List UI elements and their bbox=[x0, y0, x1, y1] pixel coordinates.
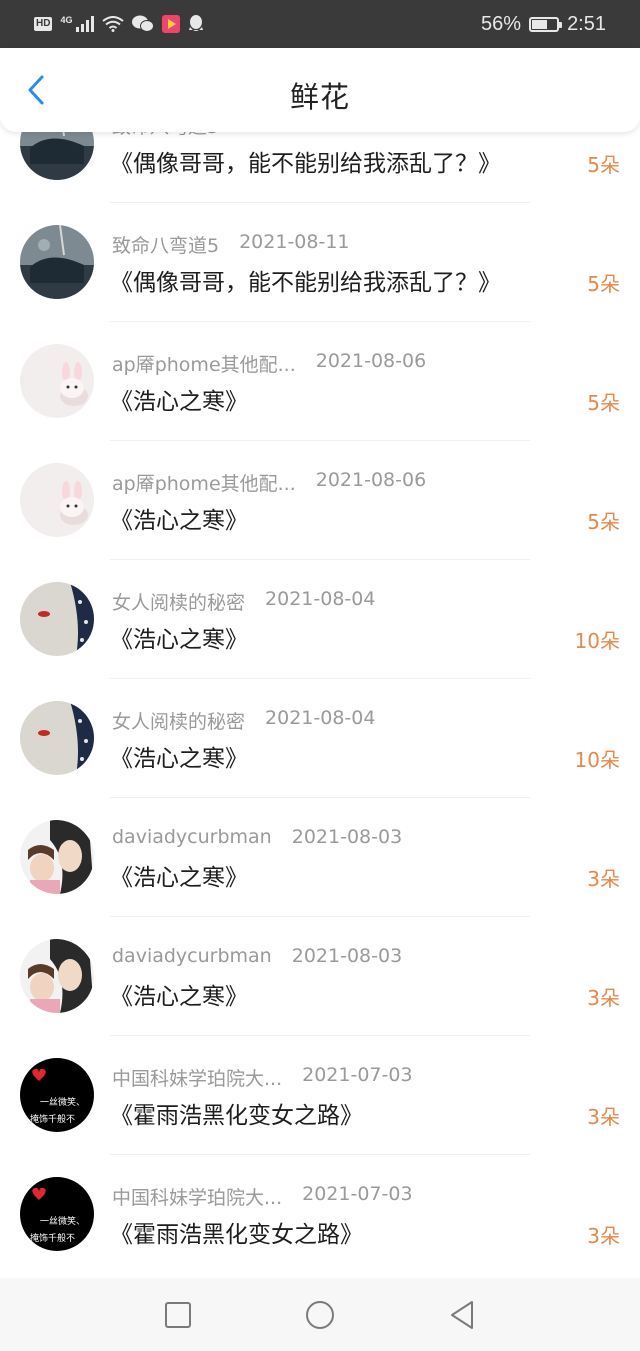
item-date: 2021-08-04 bbox=[265, 588, 376, 610]
item-meta: daviadycurbman 2021-08-03 bbox=[112, 945, 402, 967]
recent-apps-button[interactable] bbox=[162, 1299, 194, 1331]
list-item[interactable]: daviadycurbman 2021-08-03 《浩心之寒》 3朵 bbox=[0, 798, 640, 917]
item-book-title[interactable]: 《浩心之寒》 bbox=[110, 620, 248, 654]
list-item[interactable]: ap厣phome其他配... 2021-08-06 《浩心之寒》 5朵 bbox=[0, 441, 640, 560]
item-meta: 女人阅椟的秘密 2021-08-04 bbox=[112, 707, 375, 734]
avatar[interactable] bbox=[20, 701, 94, 775]
video-app-icon bbox=[162, 15, 181, 33]
battery-percent: 56% bbox=[481, 12, 522, 35]
triangle-back-icon bbox=[451, 1300, 473, 1329]
avatar[interactable] bbox=[20, 344, 94, 418]
home-button[interactable] bbox=[304, 1299, 336, 1331]
status-bar: HD 4G 56% 2:51 bbox=[0, 0, 640, 48]
battery-icon bbox=[529, 16, 563, 32]
status-left: HD 4G bbox=[34, 15, 204, 33]
item-flower-count: 3朵 bbox=[587, 986, 620, 1010]
item-flower-count: 3朵 bbox=[587, 867, 620, 891]
item-flower-count: 5朵 bbox=[587, 391, 620, 415]
item-date: 2021-08-06 bbox=[315, 469, 427, 491]
item-username[interactable]: 中国科妹学珀院大... bbox=[112, 1183, 282, 1210]
item-username[interactable]: ap厣phome其他配... bbox=[112, 350, 296, 377]
avatar[interactable] bbox=[20, 820, 94, 894]
list-item[interactable]: 致命八弯道5 2021-08-11 《偶像哥哥，能不能别给我添乱了？》 5朵 bbox=[0, 203, 640, 322]
item-book-title[interactable]: 《霍雨浩黑化变女之路》 bbox=[110, 1215, 363, 1249]
item-book-title[interactable]: 《浩心之寒》 bbox=[110, 858, 248, 892]
item-flower-count: 5朵 bbox=[587, 510, 620, 534]
avatar-text-2: 掩饰千般不 bbox=[30, 1113, 75, 1125]
item-username[interactable]: 致命八弯道5 bbox=[112, 231, 219, 258]
item-date: 2021-08-03 bbox=[291, 945, 403, 967]
item-meta: 中国科妹学珀院大... 2021-07-03 bbox=[112, 1183, 413, 1210]
page-title: 鲜花 bbox=[289, 80, 350, 114]
app-header: 鲜花 bbox=[0, 48, 640, 132]
item-username[interactable]: daviadycurbman bbox=[112, 826, 272, 848]
item-flower-count: 10朵 bbox=[574, 748, 620, 772]
item-date: 2021-08-03 bbox=[291, 826, 403, 848]
item-meta: daviadycurbman 2021-08-03 bbox=[112, 826, 402, 848]
battery-fill bbox=[532, 19, 547, 29]
avatar[interactable]: 一丝微笑、 掩饰千般不 bbox=[20, 1058, 94, 1132]
item-date: 2021-08-04 bbox=[265, 707, 376, 729]
network-label: 4G bbox=[60, 15, 73, 25]
avatar[interactable] bbox=[20, 939, 94, 1013]
item-date: 2021-08-11 bbox=[239, 231, 350, 253]
list-item[interactable]: 女人阅椟的秘密 2021-08-04 《浩心之寒》 10朵 bbox=[0, 560, 640, 679]
list-item[interactable]: 一丝微笑、 掩饰千般不 中国科妹学珀院大... 2021-07-03 《霍雨浩黑… bbox=[0, 1155, 640, 1274]
item-username[interactable]: daviadycurbman bbox=[112, 945, 272, 967]
item-meta: ap厣phome其他配... 2021-08-06 bbox=[112, 469, 426, 496]
avatar[interactable] bbox=[20, 225, 94, 299]
item-flower-count: 3朵 bbox=[587, 1224, 620, 1248]
avatar[interactable]: 一丝微笑、 掩饰千般不 bbox=[20, 1177, 94, 1251]
circle-icon bbox=[306, 1300, 334, 1329]
item-book-title[interactable]: 《霍雨浩黑化变女之路》 bbox=[110, 1096, 363, 1130]
item-flower-count: 5朵 bbox=[587, 272, 620, 296]
item-book-title[interactable]: 《偶像哥哥，能不能别给我添乱了？》 bbox=[110, 144, 501, 178]
list-item[interactable]: 一丝微笑、 掩饰千般不 中国科妹学珀院大... 2021-07-03 《霍雨浩黑… bbox=[0, 1036, 640, 1155]
item-meta: 致命八弯道5 2021-08-11 bbox=[112, 231, 350, 258]
avatar-text-1: 一丝微笑、 bbox=[40, 1215, 85, 1227]
item-book-title[interactable]: 《浩心之寒》 bbox=[110, 977, 248, 1011]
item-flower-count: 5朵 bbox=[587, 153, 620, 177]
avatar-text-2: 掩饰千般不 bbox=[30, 1232, 75, 1244]
status-right: 56% 2:51 bbox=[481, 13, 606, 36]
item-date: 2021-07-03 bbox=[302, 1183, 413, 1205]
item-username[interactable]: 女人阅椟的秘密 bbox=[112, 588, 245, 615]
hd-icon: HD bbox=[34, 17, 53, 31]
item-username[interactable]: 女人阅椟的秘密 bbox=[112, 707, 245, 734]
item-flower-count: 10朵 bbox=[574, 629, 620, 653]
list-item[interactable]: 女人阅椟的秘密 2021-08-04 《浩心之寒》 10朵 bbox=[0, 679, 640, 798]
avatar-text-1: 一丝微笑、 bbox=[40, 1096, 85, 1108]
item-book-title[interactable]: 《浩心之寒》 bbox=[110, 501, 248, 535]
item-meta: 中国科妹学珀院大... 2021-07-03 bbox=[112, 1064, 413, 1091]
list-item[interactable]: daviadycurbman 2021-08-03 《浩心之寒》 3朵 bbox=[0, 917, 640, 1036]
item-username[interactable]: 中国科妹学珀院大... bbox=[112, 1064, 282, 1091]
item-meta: ap厣phome其他配... 2021-08-06 bbox=[112, 350, 426, 377]
item-book-title[interactable]: 《偶像哥哥，能不能别给我添乱了？》 bbox=[110, 263, 501, 297]
signal-icon bbox=[76, 16, 95, 32]
system-nav-bar bbox=[0, 1278, 640, 1351]
clock: 2:51 bbox=[567, 12, 606, 35]
item-meta: 女人阅椟的秘密 2021-08-04 bbox=[112, 588, 375, 615]
avatar[interactable] bbox=[20, 582, 94, 656]
system-back-button[interactable] bbox=[446, 1299, 478, 1331]
square-icon bbox=[165, 1301, 191, 1328]
item-flower-count: 3朵 bbox=[587, 1105, 620, 1129]
item-username[interactable]: ap厣phome其他配... bbox=[112, 469, 296, 496]
qq-icon bbox=[188, 15, 204, 33]
wechat-icon bbox=[132, 15, 155, 33]
item-book-title[interactable]: 《浩心之寒》 bbox=[110, 382, 248, 416]
wifi-icon bbox=[102, 16, 125, 32]
item-date: 2021-08-06 bbox=[315, 350, 427, 372]
item-book-title[interactable]: 《浩心之寒》 bbox=[110, 739, 248, 773]
item-date: 2021-07-03 bbox=[302, 1064, 413, 1086]
list-item[interactable]: ap厣phome其他配... 2021-08-06 《浩心之寒》 5朵 bbox=[0, 322, 640, 441]
flower-record-list: 致命八弯道5 《偶像哥哥，能不能别给我添乱了？》 5朵 致命八弯道5 2021-… bbox=[0, 84, 640, 1274]
avatar[interactable] bbox=[20, 463, 94, 537]
